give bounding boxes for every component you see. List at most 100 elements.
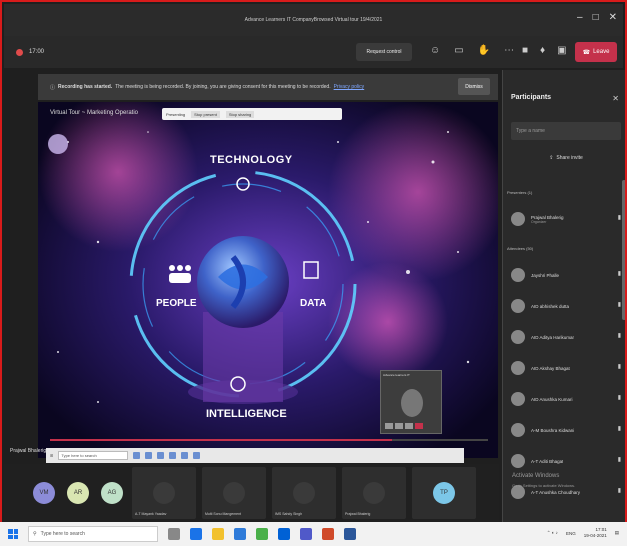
label-intelligence: INTELLIGENCE (206, 408, 287, 420)
video-progress-bar[interactable] (50, 439, 488, 441)
participant-tile[interactable]: Prajwal Bhalerig (342, 467, 406, 519)
powerpoint-icon[interactable] (322, 528, 334, 540)
store-icon[interactable] (234, 528, 246, 540)
raise-hand-icon[interactable]: ✋ (478, 45, 490, 56)
maximize-icon[interactable]: □ (593, 12, 599, 23)
pinned-apps (168, 528, 356, 540)
system-tray: ⌃ ◐ ♪ ENG 17:01 19-04-2021 ▤ (547, 527, 619, 539)
leave-button[interactable]: ☎ Leave (575, 42, 617, 62)
participants-icon[interactable]: ☺ (430, 45, 440, 56)
task-view-icon[interactable] (168, 528, 180, 540)
avatar (511, 330, 525, 344)
participant-tile-name: Prajwal Bhalerig (345, 512, 371, 516)
participant-row[interactable]: Prajwal Bhalerig Organizer ▮ (511, 208, 623, 230)
panel-scrollbar[interactable] (622, 180, 625, 320)
meeting-timer: 17:00 (29, 49, 45, 55)
avatar (511, 423, 525, 437)
shared-window-title: Virtual Tour ~ Marketing Operatio (50, 110, 138, 116)
share-invite-button[interactable]: ⇪ Share invite (511, 150, 621, 166)
participant-video-strip: VM AR AG A-T Mayank Yaadav Multi Sonu Mangem… (4, 464, 499, 522)
microphone-icon[interactable]: ♦ (540, 45, 545, 56)
participant-row[interactable]: AID abhishek dutta ▮ (511, 295, 623, 317)
avatar (153, 482, 175, 504)
notification-icon[interactable]: ▤ (615, 530, 619, 536)
os-search-placeholder: Type here to search (40, 531, 85, 537)
label-technology: TECHNOLOGY (210, 154, 293, 166)
app-icon (157, 452, 165, 459)
participant-tile[interactable]: A-T Mayank Yaadav (132, 467, 196, 519)
app-icon (145, 452, 153, 459)
request-control-button[interactable]: Request control (356, 43, 412, 61)
window-frame: Advance Learners IT CompanyBrowsed Virtu… (0, 0, 627, 546)
share-screen-icon[interactable]: ▣ (557, 45, 566, 56)
privacy-policy-link[interactable]: Privacy policy (334, 84, 365, 90)
microphone-icon: ▮ (617, 364, 621, 370)
info-icon: ⓘ (50, 84, 56, 91)
file-explorer-icon[interactable] (212, 528, 224, 540)
participant-row[interactable]: A-T Aditi Bhagat ▮ (511, 450, 623, 472)
attendees-section-label[interactable]: Attendees (50) (507, 246, 533, 251)
os-search-box[interactable]: ⚲ Type here to search (28, 526, 158, 542)
minimize-icon[interactable]: – (577, 12, 583, 23)
stop-present-button[interactable]: Stop present (191, 110, 220, 118)
participant-tile[interactable]: VM (30, 467, 58, 519)
participant-name: AID abhishek dutta (531, 303, 570, 309)
microphone-icon: ▮ (617, 333, 621, 339)
presenter-video-name: Advance learners IT (383, 373, 410, 377)
participant-tile-name: A-T Mayank Yaadav (135, 512, 167, 516)
video-stop-icon[interactable] (415, 423, 423, 429)
more-options-icon[interactable]: ⋯ (504, 45, 514, 56)
panel-close-icon[interactable]: ✕ (612, 94, 619, 103)
participant-name: AID Anushka Kumari (531, 396, 573, 402)
toolbar-icon-group: ☺ ▭ ✋ ⋯ (430, 45, 514, 56)
word-icon[interactable] (344, 528, 356, 540)
chat-icon[interactable]: ▭ (454, 45, 463, 56)
participant-name: Jayshri Phalle (531, 272, 560, 278)
participant-name: A-T Anushka Choudhary (531, 489, 580, 495)
presenter-video[interactable]: Advance learners IT (380, 370, 442, 434)
participant-tile[interactable]: IMS Sahdy Singh (272, 467, 336, 519)
teams-icon[interactable] (300, 528, 312, 540)
participant-tile[interactable]: Multi Sonu Mangement (202, 467, 266, 519)
participant-tile[interactable]: AG (98, 467, 126, 519)
avatar: TP (433, 482, 455, 504)
participant-tile[interactable]: TP (412, 467, 476, 519)
presenters-section-label[interactable]: Presenters (1) (507, 190, 532, 195)
microphone-icon: ▮ (617, 271, 621, 277)
participant-row[interactable]: AID Aditya Harikumar ▮ (511, 326, 623, 348)
participant-row[interactable]: AID Anushka Kumari ▮ (511, 388, 623, 410)
participant-row[interactable]: AID Akshay Bhagat ▮ (511, 357, 623, 379)
video-control-icon[interactable] (405, 423, 413, 429)
start-icon[interactable] (8, 529, 18, 539)
tray-icons[interactable]: ⌃ ◐ ♪ (547, 530, 558, 536)
watermark-line-2: Go to Settings to activate Windows. (512, 483, 576, 488)
leave-label: Leave (593, 49, 610, 55)
windows-icon: ⊞ (50, 453, 54, 458)
stop-sharing-button[interactable]: Stop sharing (225, 110, 255, 118)
shared-screen: TECHNOLOGY PEOPLE DATA INTELLIGENCE Virt… (38, 102, 498, 458)
video-progress-fill (50, 439, 392, 441)
language-indicator[interactable]: ENG (566, 531, 576, 536)
clock[interactable]: 17:01 19-04-2021 (584, 527, 607, 539)
os-taskbar: ⚲ Type here to search ⌃ ◐ ♪ ENG 17:01 19… (0, 522, 627, 546)
participant-row[interactable]: Jayshri Phalle ▮ (511, 264, 623, 286)
device-icon-group: ■ ♦ ▣ (522, 45, 567, 56)
dropbox-icon[interactable] (278, 528, 290, 540)
participant-tile[interactable]: AR (64, 467, 92, 519)
participant-name: AID Aditya Harikumar (531, 334, 575, 340)
edge-icon[interactable] (190, 528, 202, 540)
microphone-icon: ▮ (617, 426, 621, 432)
app-icon (169, 452, 177, 459)
camera-icon[interactable]: ■ (522, 45, 528, 56)
dismiss-button[interactable]: Dismiss (458, 78, 490, 95)
chrome-icon[interactable] (256, 528, 268, 540)
video-control-icon[interactable] (395, 423, 403, 429)
title-bar: Advance Learners IT CompanyBrowsed Virtu… (4, 4, 623, 36)
close-icon[interactable]: ✕ (609, 12, 617, 23)
participant-row[interactable]: A-M Boushra Kidwani ▮ (511, 419, 623, 441)
avatar (511, 299, 525, 313)
window-title: Advance Learners IT CompanyBrowsed Virtu… (244, 17, 383, 23)
participants-panel: Participants ✕ Type a name ⇪ Share invit… (502, 70, 625, 522)
video-control-icon[interactable] (385, 423, 393, 429)
participant-search-input[interactable]: Type a name (511, 122, 621, 140)
